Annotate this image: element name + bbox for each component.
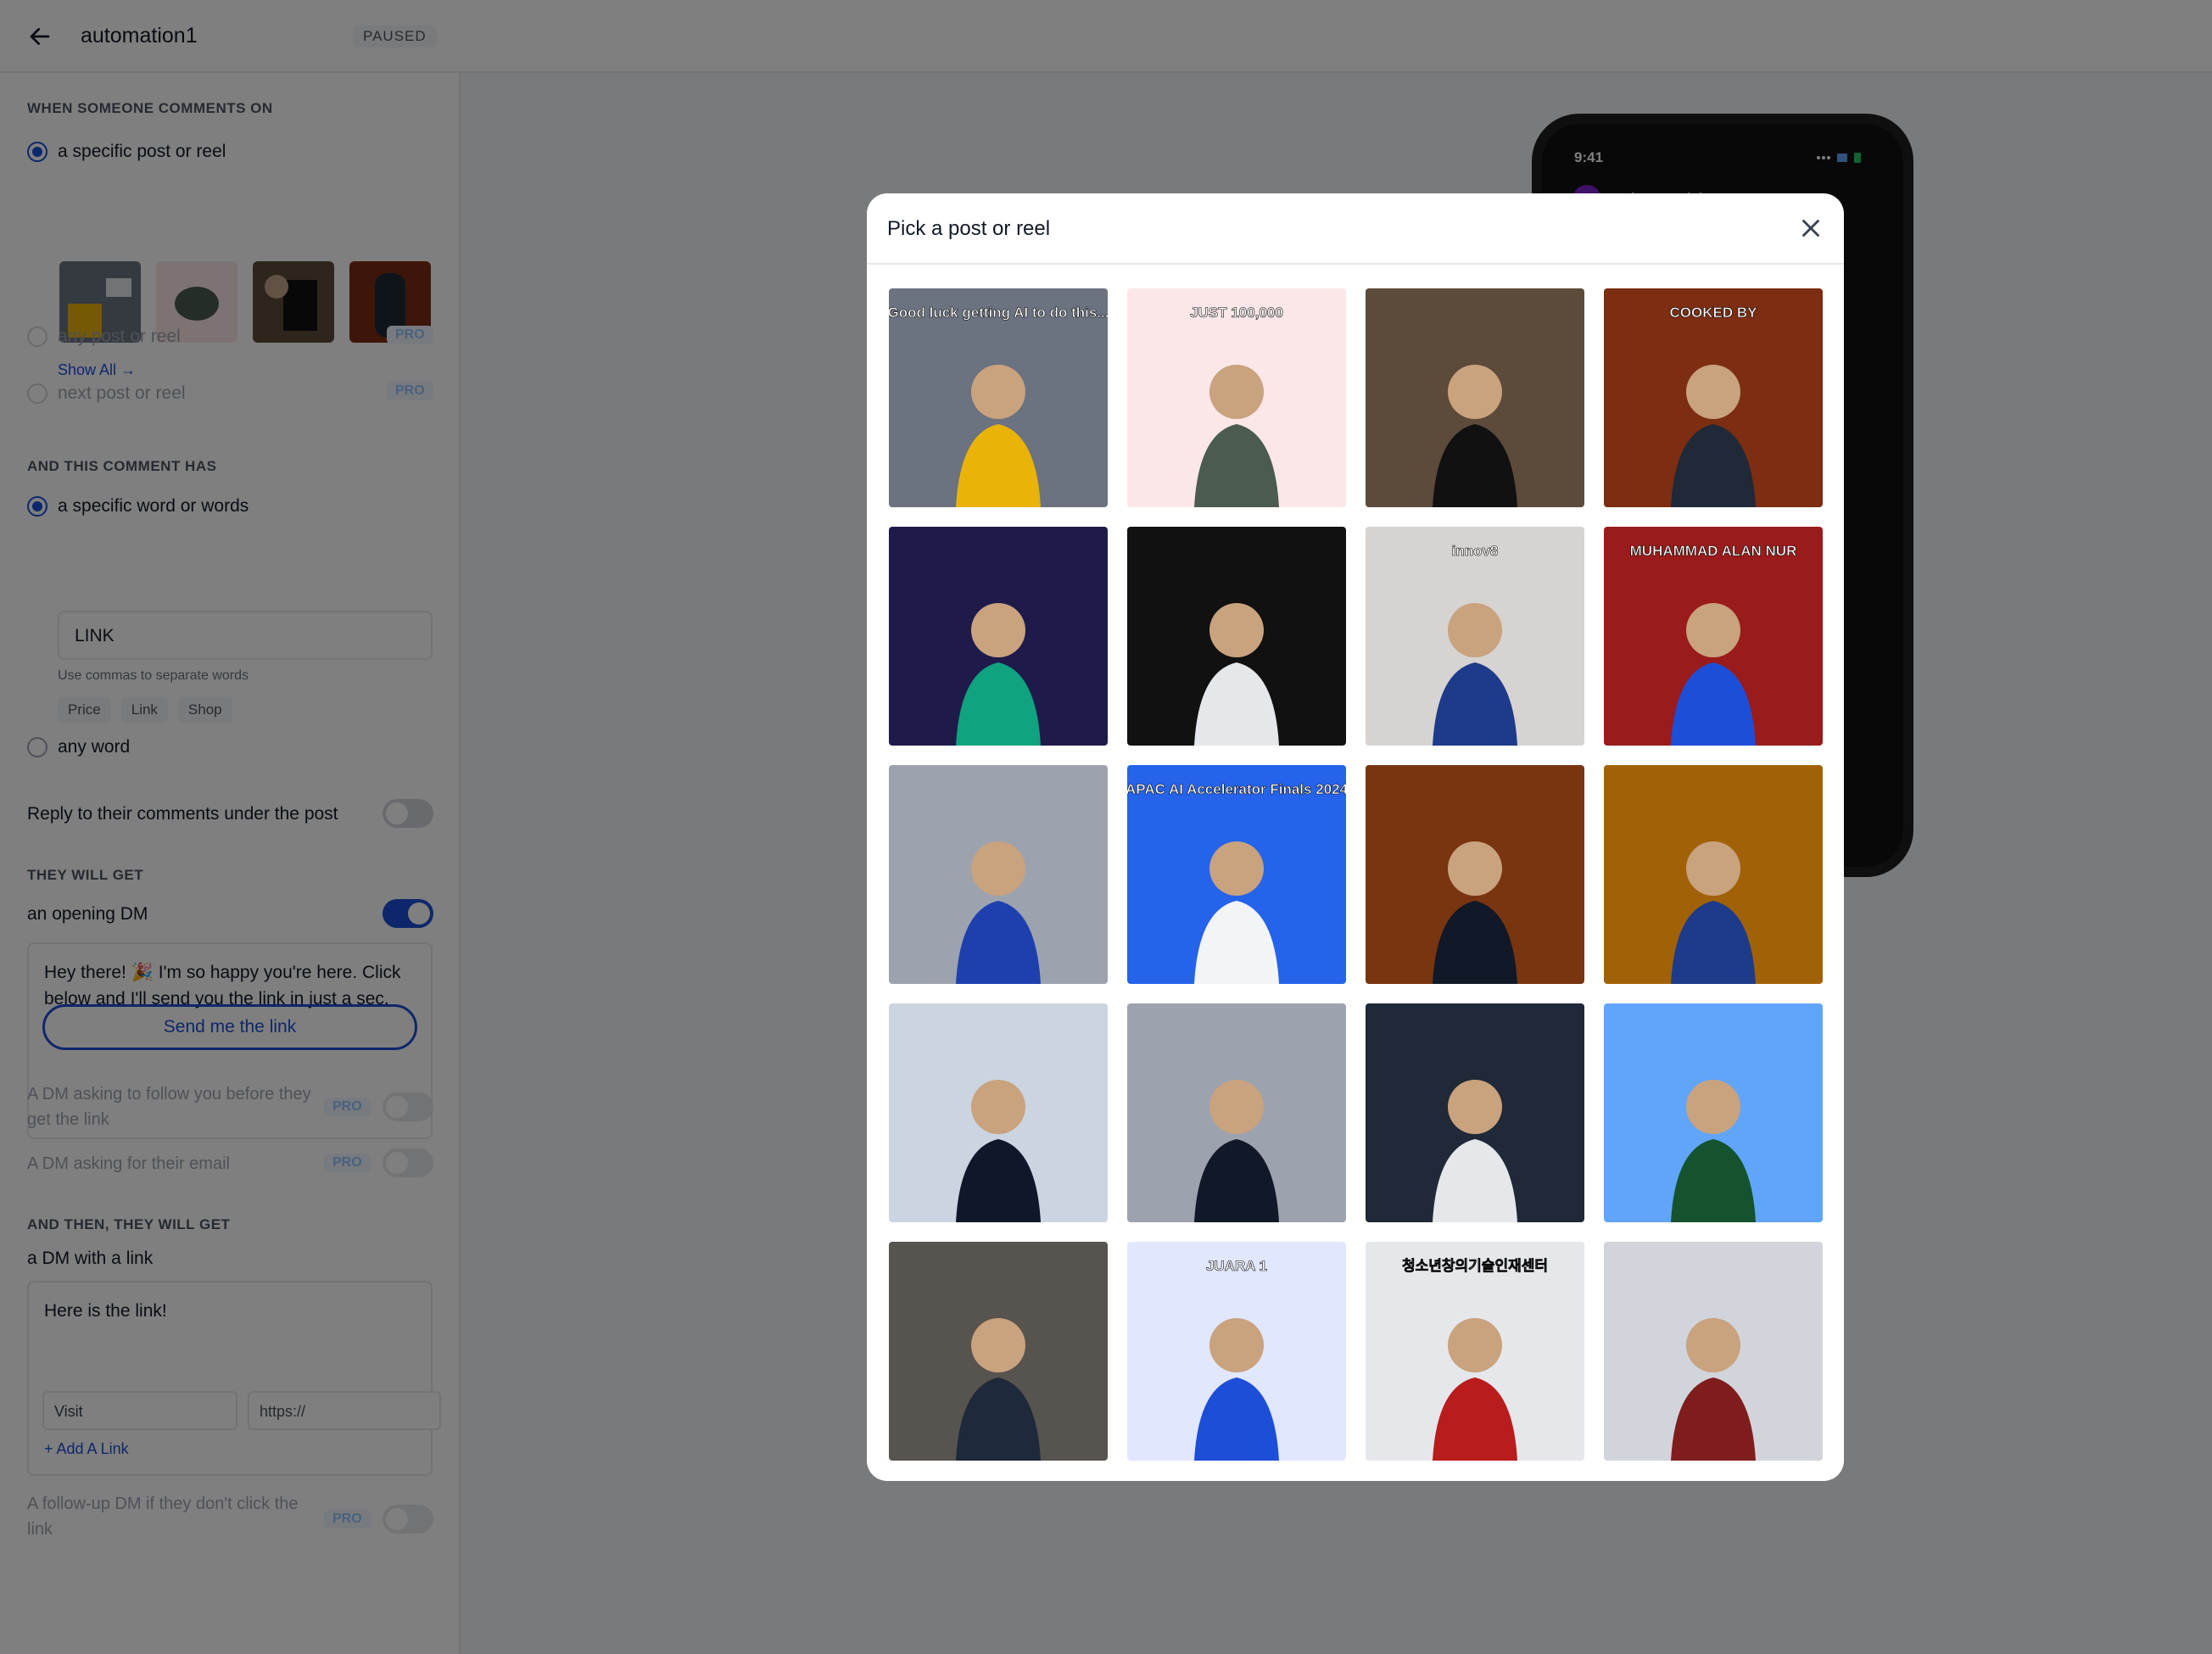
post-picker-modal: Pick a post or reel Good luck getting AI…	[867, 193, 1844, 1481]
post-tile[interactable]	[1604, 1003, 1823, 1222]
post-tile[interactable]: JUST 100,000	[1127, 288, 1346, 507]
post-tile[interactable]	[1127, 527, 1346, 746]
selfie-image	[1604, 1242, 1823, 1461]
post-caption: JUARA 1	[1206, 1258, 1267, 1274]
post-caption: APAC AI Accelerator Finals 2024	[1127, 781, 1346, 797]
post-tile[interactable]	[1366, 1003, 1584, 1222]
post-caption: JUST 100,000	[1190, 305, 1283, 321]
person-list-image	[1366, 288, 1584, 507]
post-tile[interactable]: 청소년창의기술인재센터	[1366, 1242, 1584, 1461]
post-tile[interactable]: JUARA 1	[1127, 1242, 1346, 1461]
post-tile[interactable]: COOKED BY	[1604, 288, 1823, 507]
close-icon[interactable]	[1796, 214, 1825, 243]
post-caption: COOKED BY	[1670, 305, 1758, 321]
post-tile[interactable]	[1366, 288, 1584, 507]
stage-image	[1366, 1003, 1584, 1222]
collage-image: JUARA 1	[1127, 1242, 1346, 1461]
post-tile[interactable]: Good luck getting AI to do this...	[889, 288, 1108, 507]
post-caption: innov8	[1452, 543, 1499, 559]
person-gold-image	[1604, 765, 1823, 984]
beanie-image: JUST 100,000	[1127, 288, 1346, 507]
post-tile[interactable]	[889, 527, 1108, 746]
post-caption: 청소년창의기술인재센터	[1402, 1257, 1548, 1274]
mystery-person-image	[889, 527, 1108, 746]
group-flags-image	[889, 765, 1108, 984]
post-tile[interactable]	[889, 1242, 1108, 1461]
group-stage-image: APAC AI Accelerator Finals 2024	[1127, 765, 1346, 984]
post-tile[interactable]	[1604, 1242, 1823, 1461]
robot-arm-image: Good luck getting AI to do this...	[889, 288, 1108, 507]
crowd-image	[1366, 765, 1584, 984]
korea-image: 청소년창의기술인재센터	[1366, 1242, 1584, 1461]
temple-image	[1604, 1003, 1823, 1222]
post-tile[interactable]: innov8	[1366, 527, 1584, 746]
post-grid: Good luck getting AI to do this... JUST 1…	[889, 288, 1823, 1461]
modal-title: Pick a post or reel	[887, 217, 1051, 240]
tower-image	[889, 1003, 1108, 1222]
cafe-image	[889, 1242, 1108, 1461]
modal-header: Pick a post or reel	[867, 193, 1844, 265]
post-tile[interactable]	[1604, 765, 1823, 984]
post-tile[interactable]: APAC AI Accelerator Finals 2024	[1127, 765, 1346, 984]
robot-image: COOKED BY	[1604, 288, 1823, 507]
post-tile[interactable]	[1366, 765, 1584, 984]
person-wall-image: innov8	[1366, 527, 1584, 746]
post-tile[interactable]: MUHAMMAD ALAN NUR	[1604, 527, 1823, 746]
person-money-image	[1127, 527, 1346, 746]
person-red-image: MUHAMMAD ALAN NUR	[1604, 527, 1823, 746]
post-caption: Good luck getting AI to do this...	[889, 305, 1108, 321]
sitting-image	[1127, 1003, 1346, 1222]
post-tile[interactable]	[889, 765, 1108, 984]
post-tile[interactable]	[1127, 1003, 1346, 1222]
post-tile[interactable]	[889, 1003, 1108, 1222]
post-caption: MUHAMMAD ALAN NUR	[1630, 543, 1797, 559]
